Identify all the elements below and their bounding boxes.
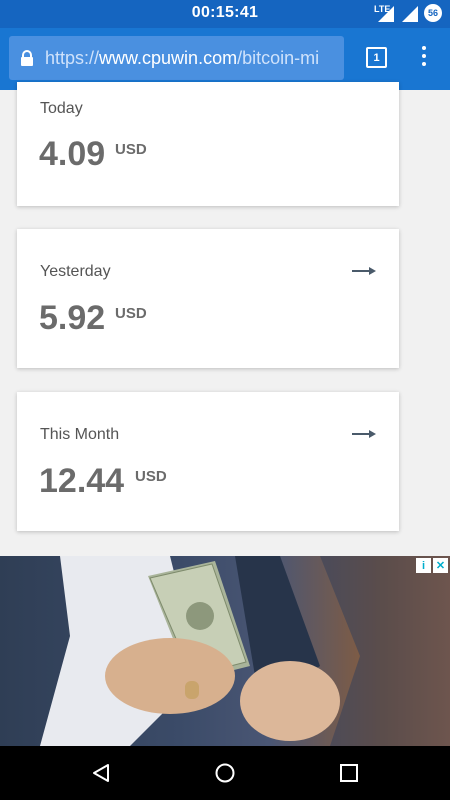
ad-info-icon[interactable]: i [416, 558, 431, 573]
card-unit: USD [115, 305, 147, 322]
url-path: /bitcoin-mi [237, 47, 320, 68]
tab-switcher-button[interactable]: 1 [366, 47, 387, 68]
earnings-card-today: Today 4.09 USD [17, 82, 399, 206]
network-type-label: LTE [374, 4, 391, 14]
system-navigation-bar [0, 746, 450, 800]
ad-badges: i ✕ [416, 558, 448, 573]
arrow-right-icon[interactable] [352, 265, 376, 277]
status-bar: 00:15:41 LTE 56 [0, 0, 450, 28]
earnings-card-this-month[interactable]: This Month 12.44 USD [17, 392, 399, 531]
lock-icon [9, 49, 45, 67]
back-icon[interactable] [91, 763, 111, 783]
url-bar[interactable]: https://www.cpuwin.com/bitcoin-mi [9, 36, 344, 80]
ad-image [40, 556, 450, 746]
lte-signal-icon: LTE [374, 4, 394, 22]
card-label: Today [40, 100, 83, 117]
recents-icon[interactable] [339, 763, 359, 783]
home-icon[interactable] [215, 763, 235, 783]
battery-badge: 56 [424, 4, 442, 22]
card-value: 5.92 [39, 299, 106, 337]
status-icons: LTE 56 [374, 4, 442, 22]
arrow-right-icon[interactable] [352, 428, 376, 440]
url-host: www.cpuwin.com [99, 47, 238, 68]
card-value: 4.09 [39, 135, 106, 173]
ad-banner[interactable]: i ✕ [0, 556, 450, 746]
url-text: https://www.cpuwin.com/bitcoin-mi [45, 48, 319, 69]
card-unit: USD [115, 141, 147, 158]
earnings-card-yesterday[interactable]: Yesterday 5.92 USD [17, 229, 399, 368]
overflow-menu-icon[interactable] [418, 46, 430, 70]
cell-signal-icon [400, 4, 418, 22]
url-scheme: https:// [45, 47, 100, 68]
card-unit: USD [135, 468, 167, 485]
card-label: This Month [40, 426, 120, 443]
ad-close-icon[interactable]: ✕ [433, 558, 448, 573]
browser-toolbar: https://www.cpuwin.com/bitcoin-mi 1 [0, 28, 450, 90]
card-value: 12.44 [39, 462, 125, 500]
card-label: Yesterday [40, 263, 111, 280]
